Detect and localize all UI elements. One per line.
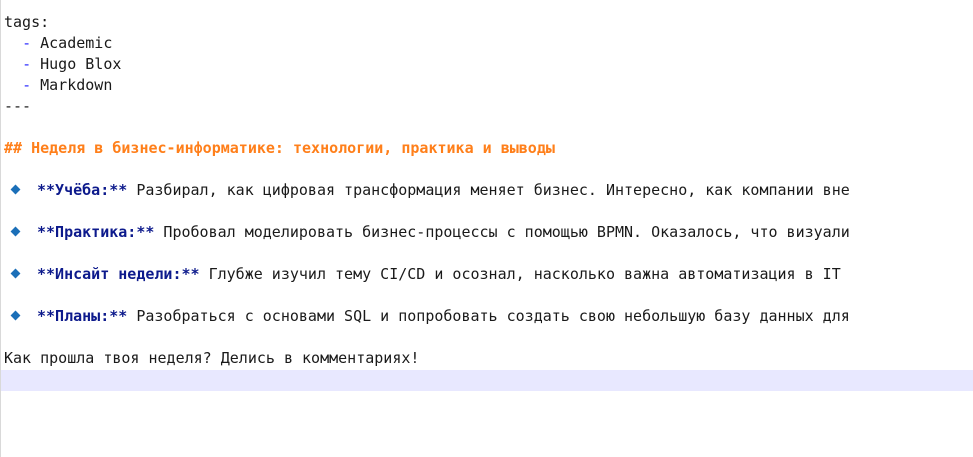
list-item-study: **Учёба:** Разбирал, как цифровая трансф… [4, 180, 850, 201]
list-item-label: **Инсайт недели:** [37, 265, 200, 283]
section-heading: ## Неделя в бизнес-информатике: технолог… [4, 139, 555, 157]
frontmatter-tags-key: tags: [4, 13, 50, 31]
diamond-bullet-icon [10, 226, 21, 237]
tag-value: Markdown [40, 76, 113, 94]
list-item-text: Разобраться с основами SQL и попробовать… [127, 307, 850, 325]
list-item-label: **Практика:** [37, 223, 155, 241]
list-dash: - [22, 34, 32, 52]
tag-value: Hugo Blox [40, 55, 122, 73]
list-item-label: **Планы:** [37, 307, 128, 325]
tag-value: Academic [40, 34, 113, 52]
list-item-plans: **Планы:** Разобраться с основами SQL и … [4, 306, 850, 327]
markdown-editor[interactable]: tags: - Academic - Hugo Blox - Markdown … [0, 0, 973, 457]
closing-line: Как прошла твоя неделя? Делись в коммент… [4, 349, 420, 367]
list-item-text: Глубже изучил тему CI/CD и осознал, наск… [199, 265, 841, 283]
diamond-bullet-icon [10, 310, 21, 321]
tag-line-1: - Academic [4, 33, 112, 54]
list-item-text: Разбирал, как цифровая трансформация мен… [127, 181, 850, 199]
list-item-practice: **Практика:** Пробовал моделировать бизн… [4, 222, 850, 243]
tag-line-3: - Markdown [4, 75, 112, 96]
list-dash: - [22, 55, 32, 73]
list-item-insight: **Инсайт недели:** Глубже изучил тему CI… [4, 264, 841, 285]
diamond-bullet-icon [10, 184, 21, 195]
list-item-label: **Учёба:** [37, 181, 128, 199]
diamond-bullet-icon [10, 268, 21, 279]
list-item-text: Пробовал моделировать бизнес-процессы с … [154, 223, 850, 241]
list-dash: - [22, 76, 32, 94]
tag-line-2: - Hugo Blox [4, 54, 121, 75]
current-line-highlight [1, 370, 973, 391]
frontmatter-separator: --- [4, 97, 32, 115]
